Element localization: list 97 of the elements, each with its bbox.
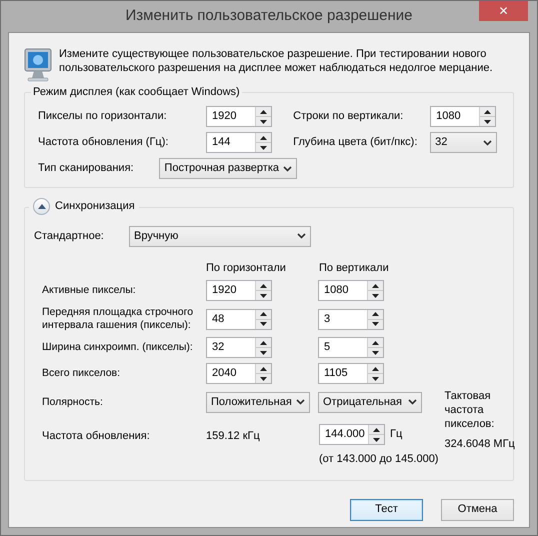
number-field[interactable]: 144 <box>206 132 272 153</box>
number-field[interactable]: 1920 <box>206 280 272 301</box>
field-label: Полярность: <box>42 396 104 408</box>
dropdown[interactable]: Положительная <box>206 392 310 412</box>
caret-up-icon <box>373 428 380 432</box>
spin-up-button[interactable] <box>369 425 384 435</box>
caret-down-icon <box>372 294 379 298</box>
dropdown[interactable]: Построчная развертка <box>159 158 297 179</box>
caret-down-icon <box>260 294 267 298</box>
caret-up-icon <box>484 110 492 114</box>
number-field[interactable]: 144.000 <box>319 424 385 445</box>
caret-up-icon <box>260 340 267 344</box>
chevron-down-icon <box>297 233 306 239</box>
number-field[interactable]: 32 <box>206 337 272 358</box>
close-button[interactable]: ✕ <box>479 1 528 21</box>
spin-up-button[interactable] <box>368 310 383 320</box>
field-label: Частота обновления: <box>42 429 151 444</box>
monitor-icon <box>24 48 52 82</box>
spin-down-button[interactable] <box>256 374 271 383</box>
chevron-down-icon <box>296 399 305 405</box>
spin-down-button[interactable] <box>368 348 383 357</box>
caret-up-icon <box>372 312 379 316</box>
dropdown[interactable]: Вручную <box>129 226 311 246</box>
spin-up-button[interactable] <box>256 310 271 320</box>
pixel-clock-label: Тактовая частота пикселов: <box>444 389 496 431</box>
field-label: Передняя площадка строчного интервала гашения (пикселы): <box>42 306 194 332</box>
field-label: Глубина цвета (бит/пкс): <box>293 135 418 150</box>
spin-up-button[interactable] <box>256 338 271 348</box>
number-field[interactable]: 5 <box>318 337 384 358</box>
caret-down-icon <box>372 376 379 380</box>
spin-up-button[interactable] <box>368 338 383 348</box>
description-text: Измените существующее пользовательское разрешение. При тестировании нового пользовательского разрешения на дисплее может наблюдаться недолгое мерцание. <box>59 47 494 76</box>
spin-down-button[interactable] <box>256 143 271 152</box>
field-label: Пикселы по горизонтали: <box>38 109 168 124</box>
caret-up-icon <box>372 366 379 370</box>
caret-down-icon <box>260 322 267 326</box>
caret-up-icon <box>260 366 267 370</box>
chevron-down-icon <box>483 140 492 146</box>
unit-label: Гц <box>390 427 402 442</box>
caret-up-icon <box>260 312 267 316</box>
horizontal-frequency: 159.12 кГц <box>206 429 261 444</box>
spin-down-button[interactable] <box>368 291 383 300</box>
field-label: Частота обновления (Гц): <box>38 135 170 150</box>
caret-up-icon <box>260 110 267 114</box>
spin-down-button[interactable] <box>256 291 271 300</box>
dropdown[interactable]: 32 <box>430 132 498 153</box>
number-field[interactable]: 2040 <box>206 363 272 384</box>
window-title: Изменить пользовательское разрешение <box>125 6 413 26</box>
caret-down-icon <box>260 146 267 150</box>
field-label: Строки по вертикали: <box>293 109 404 124</box>
caret-down-icon <box>260 376 267 380</box>
number-field[interactable]: 1920 <box>206 106 272 127</box>
spin-up-button[interactable] <box>368 364 383 374</box>
spin-down-button[interactable] <box>480 117 496 126</box>
field-label: Активные пикселы: <box>42 284 137 297</box>
caret-up-icon <box>38 204 46 209</box>
number-field[interactable]: 48 <box>206 308 272 330</box>
caret-down-icon <box>372 350 379 354</box>
range-text: (от 143.000 до 145.000) <box>319 452 438 467</box>
caret-up-icon <box>372 284 379 288</box>
number-field[interactable]: 1105 <box>318 363 384 384</box>
group-title: Режим дисплея (как сообщает Windows) <box>31 84 242 100</box>
caret-down-icon <box>372 322 379 326</box>
caret-down-icon <box>484 120 492 124</box>
caret-up-icon <box>260 136 267 140</box>
group-title: Синхронизация <box>55 199 135 214</box>
spin-down-button[interactable] <box>369 435 384 444</box>
field-label: Стандартное: <box>34 228 105 244</box>
spin-up-button[interactable] <box>256 364 271 374</box>
number-field[interactable]: 1080 <box>318 280 384 301</box>
dialog-button[interactable]: Тест <box>350 498 423 520</box>
spin-up-button[interactable] <box>256 107 271 117</box>
pixel-clock-value: 324.6048 МГц <box>444 437 515 451</box>
spin-up-button[interactable] <box>368 281 383 291</box>
caret-up-icon <box>260 284 267 288</box>
chevron-down-icon <box>283 166 292 172</box>
spin-up-button[interactable] <box>256 281 271 291</box>
spin-down-button[interactable] <box>368 374 383 383</box>
caret-up-icon <box>372 340 379 344</box>
chevron-down-icon <box>408 399 417 405</box>
number-field[interactable]: 3 <box>318 308 384 330</box>
spin-up-button[interactable] <box>480 107 496 117</box>
caret-down-icon <box>260 120 267 124</box>
caret-down-icon <box>373 438 380 442</box>
spin-down-button[interactable] <box>256 117 271 126</box>
spin-down-button[interactable] <box>256 348 271 357</box>
number-field[interactable]: 1080 <box>430 106 496 127</box>
column-header: По вертикали <box>319 261 390 275</box>
caret-down-icon <box>260 350 267 354</box>
field-label: Тип сканирования: <box>38 161 135 176</box>
field-label: Ширина синхроимп. (пикселы): <box>42 341 194 354</box>
collapse-button[interactable] <box>33 198 50 215</box>
column-header: По горизонтали <box>206 261 287 275</box>
dialog-button[interactable]: Отмена <box>441 498 514 520</box>
spin-up-button[interactable] <box>256 133 271 143</box>
field-label: Всего пикселов: <box>42 367 122 380</box>
dropdown[interactable]: Отрицательная <box>318 392 422 412</box>
